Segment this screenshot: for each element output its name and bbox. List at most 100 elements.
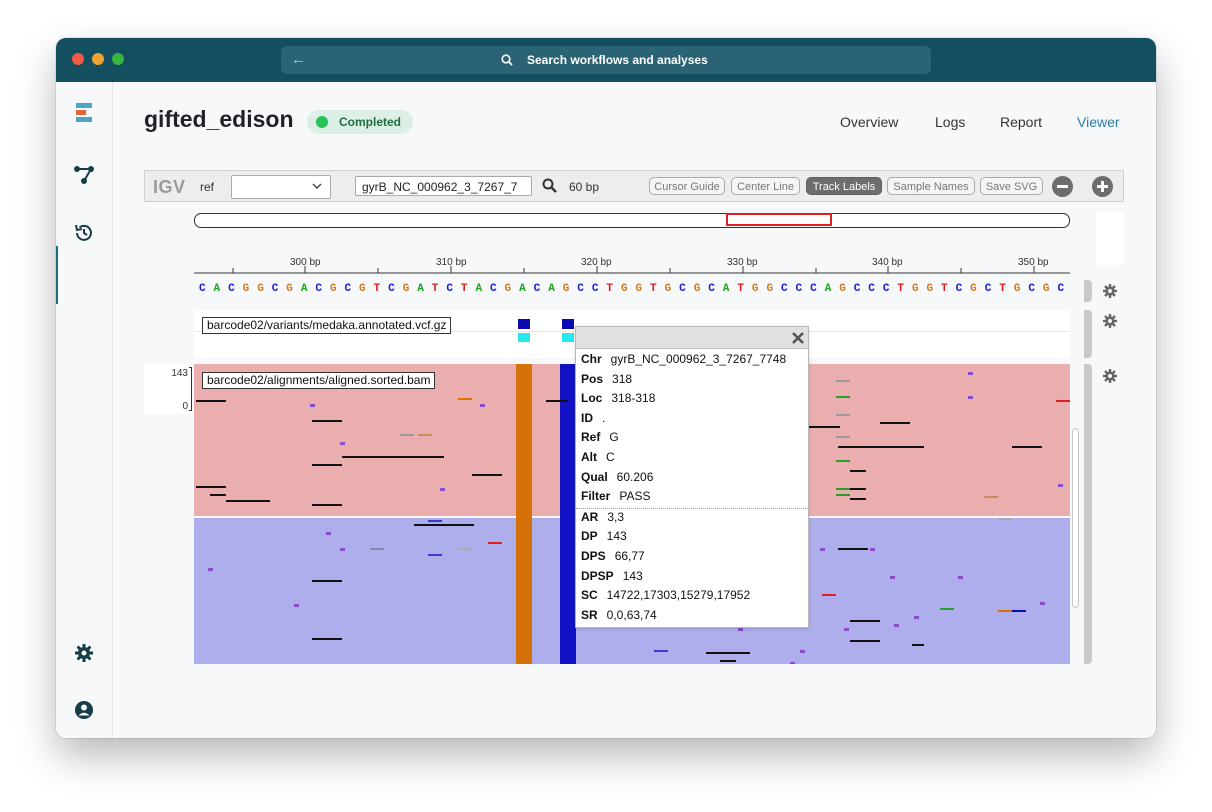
read-segment [400, 434, 414, 436]
reference-base: C [344, 283, 352, 295]
reference-base: T [999, 283, 1006, 295]
popup-field-value: G [609, 430, 619, 445]
reference-base: C [679, 283, 686, 295]
popup-field-value: 14722,17303,15279,17952 [606, 588, 751, 603]
read-segment [196, 486, 226, 488]
reference-base: G [635, 283, 643, 295]
popup-header[interactable] [576, 327, 808, 349]
logo-icon[interactable] [73, 102, 95, 124]
locus-input[interactable]: gyrB_NC_000962_3_7267_7 [355, 176, 532, 196]
ref-label: ref [200, 180, 215, 194]
insertion-marker [820, 548, 825, 551]
window-width-label: 60 bp [569, 180, 600, 194]
read-segment [808, 426, 840, 428]
sequence-track-handle[interactable] [1084, 280, 1092, 302]
locus-search-icon[interactable] [542, 178, 557, 193]
ruler-tick-label: 310 bp [436, 257, 467, 268]
plus-icon [1097, 181, 1108, 192]
history-icon[interactable] [73, 222, 95, 244]
read-segment [1056, 400, 1070, 402]
read-segment [836, 414, 850, 416]
insertion-marker [958, 576, 963, 579]
ruler-ticks [194, 266, 1070, 274]
reference-base: C [781, 283, 788, 295]
zoom-in-button[interactable] [1092, 176, 1113, 197]
reference-base: A [300, 283, 308, 295]
reference-base: G [562, 283, 570, 295]
popup-field-value: 143 [606, 529, 627, 544]
variant-call[interactable] [562, 319, 574, 329]
popup-field-value: 3,3 [607, 509, 625, 524]
reference-base: C [199, 283, 206, 295]
insertion-marker [326, 532, 331, 535]
insertion-marker [208, 568, 213, 571]
workflow-icon[interactable] [73, 164, 95, 186]
insertion-marker [738, 628, 743, 631]
variant-track-handle[interactable] [1084, 310, 1092, 358]
popup-field-value: 143 [622, 568, 643, 583]
tab-overview[interactable]: Overview [840, 114, 898, 130]
genotype-call[interactable] [562, 333, 574, 342]
reference-base: G [286, 283, 293, 295]
zoom-out-button[interactable] [1052, 176, 1073, 197]
save-svg-button[interactable]: Save SVG [980, 177, 1043, 195]
gear-icon[interactable] [1102, 368, 1118, 384]
variant-call[interactable] [518, 319, 530, 329]
cursor-guide-button[interactable]: Cursor Guide [649, 177, 725, 195]
maximize-window-button[interactable] [112, 53, 124, 65]
reference-base: A [722, 283, 730, 295]
app-window: ← Search workflows and analyses gifted_e… [56, 38, 1156, 738]
insertion-marker [890, 576, 895, 579]
reference-base: G [839, 283, 846, 295]
close-icon[interactable] [792, 332, 804, 344]
gear-icon[interactable] [1102, 283, 1118, 299]
reference-base: C [868, 283, 875, 295]
reference-base: T [606, 283, 613, 295]
read-segment [428, 554, 442, 556]
global-search-bar[interactable]: ← Search workflows and analyses [281, 46, 931, 74]
center-line-button[interactable]: Center Line [731, 177, 800, 195]
gear-icon[interactable] [1102, 313, 1118, 329]
popup-field-key: Pos [581, 371, 604, 386]
popup-field-row: Filter PASS [581, 489, 650, 503]
back-arrow-icon[interactable]: ← [291, 51, 306, 68]
reference-base: A [519, 283, 526, 295]
tab-logs[interactable]: Logs [935, 114, 965, 130]
reference-base: C [577, 283, 584, 295]
mismatch-column-c [560, 364, 576, 664]
settings-icon[interactable] [73, 642, 95, 664]
reference-base: T [650, 283, 657, 295]
viewer-scrollbar[interactable] [1072, 428, 1079, 608]
popup-field-key: Chr [581, 352, 602, 366]
popup-field-value: . [602, 410, 606, 425]
ref-genome-select[interactable] [231, 175, 331, 199]
minimize-window-button[interactable] [92, 53, 104, 65]
sample-names-button[interactable]: Sample Names [887, 177, 975, 195]
read-segment [836, 460, 850, 462]
alignment-track-handle[interactable] [1084, 364, 1092, 664]
account-icon[interactable] [73, 699, 95, 721]
chromosome-ideogram[interactable] [194, 213, 1070, 228]
popup-field-key: Filter [581, 489, 611, 504]
insertion-marker [340, 442, 345, 445]
popup-field-key: Qual [581, 469, 608, 484]
insertion-marker [800, 650, 805, 653]
read-segment [196, 400, 226, 402]
reference-base: A [548, 283, 555, 295]
read-segment [838, 446, 924, 448]
tab-viewer[interactable]: Viewer [1077, 114, 1120, 130]
reference-base: G [620, 283, 628, 295]
popup-field-key: Ref [581, 430, 601, 445]
genotype-call[interactable] [518, 333, 530, 342]
track-labels-button[interactable]: Track Labels [806, 177, 882, 195]
tab-report[interactable]: Report [1000, 114, 1042, 130]
popup-field-row: Pos 318 [581, 372, 632, 386]
reference-base: T [897, 283, 904, 295]
read-segment [940, 608, 954, 610]
read-segment [836, 488, 850, 490]
popup-field-key: AR [581, 509, 599, 524]
close-window-button[interactable] [72, 53, 84, 65]
popup-field-key: DP [581, 529, 598, 544]
reference-base: G [257, 283, 264, 295]
mismatch-column-g [516, 364, 532, 664]
